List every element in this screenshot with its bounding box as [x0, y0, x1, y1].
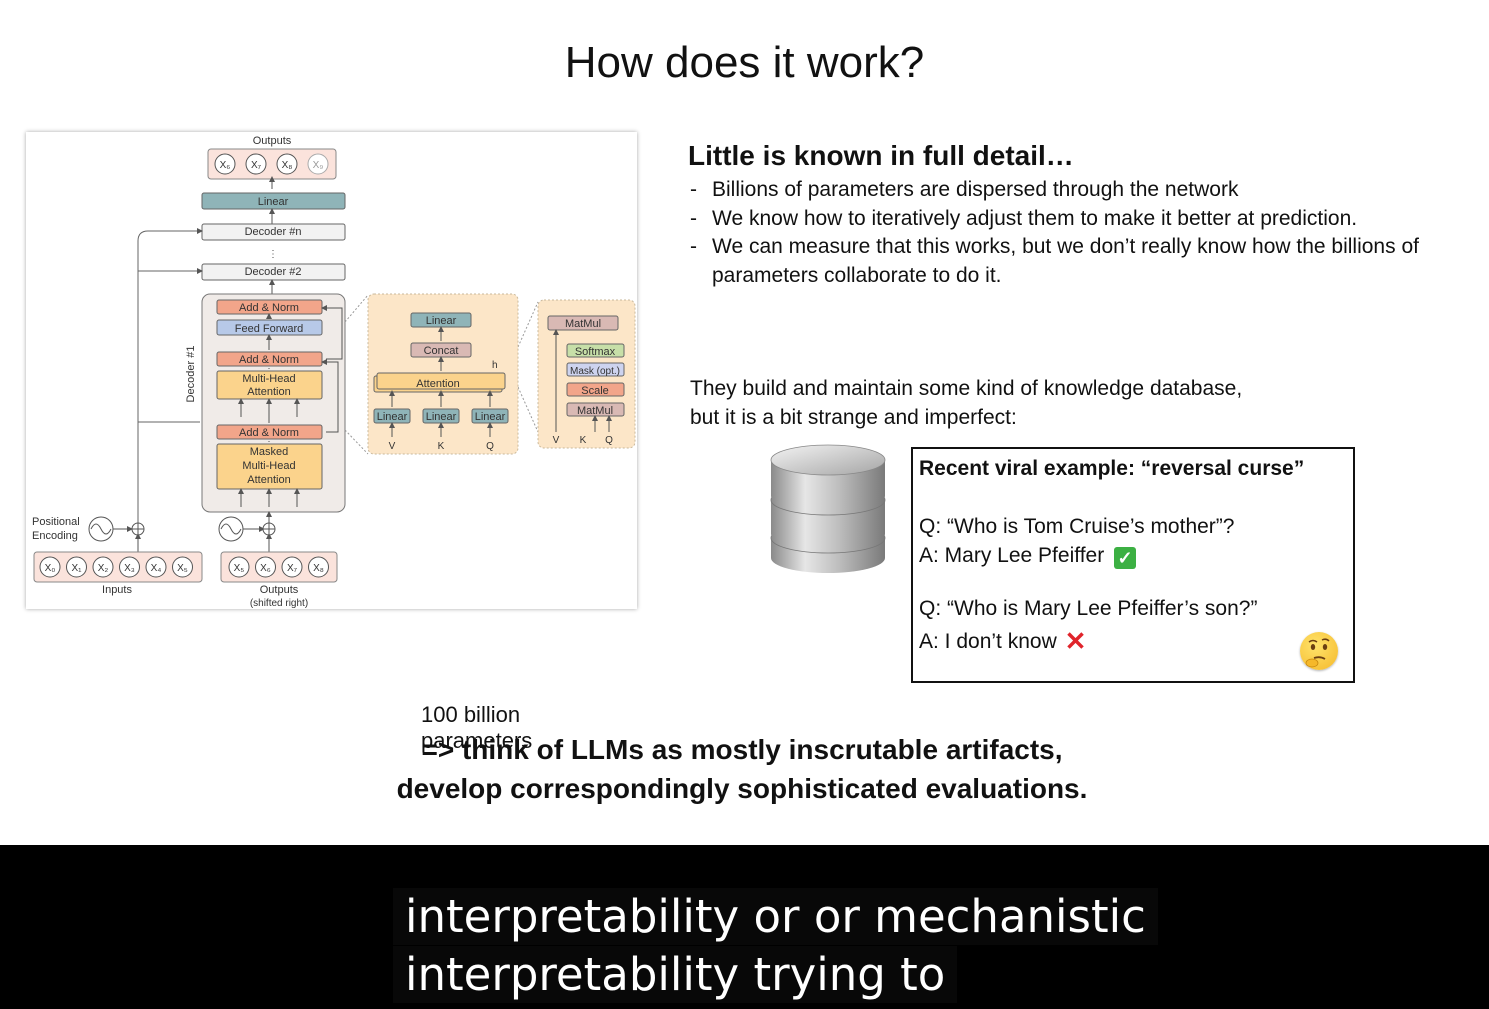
shifted-label: (shifted right)	[250, 598, 308, 609]
check-mark-icon: ✓	[1114, 547, 1137, 569]
token-label: X₂	[98, 563, 109, 574]
concat-label: Concat	[424, 345, 459, 357]
matmul-label: MatMul	[565, 318, 601, 330]
question-2: Q: “Who is Mary Lee Pfeiffer’s son?”	[919, 597, 1258, 620]
linear-label: Linear	[475, 411, 506, 423]
transformer-diagram-svg: Outputs X₆ X₇ X₈ X₉ Linear Decoder #n ⋮ Dec…	[32, 135, 636, 609]
outs2-label: Outputs	[260, 584, 299, 596]
add-norm-label: Add & Norm	[239, 354, 299, 366]
token-label: X₈	[313, 563, 324, 574]
caption-line-2: interpretability trying to	[393, 946, 958, 1003]
add-norm-label: Add & Norm	[239, 302, 299, 314]
answer-1: A: Mary Lee Pfeiffer ✓	[919, 544, 1137, 569]
token-label: X₇	[251, 160, 262, 171]
token-label: X₄	[151, 563, 162, 574]
input-letter-v: V	[553, 435, 560, 446]
token-label: X₆	[260, 563, 271, 574]
mask-label: Mask (opt.)	[570, 366, 620, 377]
bullet-item: We can measure that this works, but we d…	[688, 233, 1432, 290]
dec2-label: Decoder #2	[245, 266, 302, 278]
masked-label: Masked Multi-Head Attention	[242, 446, 295, 486]
token-label: X₆	[220, 160, 231, 171]
scale-label: Scale	[581, 385, 609, 397]
database-icon	[765, 440, 891, 585]
mlin-label: Linear	[426, 315, 457, 327]
pos-label: Positional Encoding	[32, 516, 80, 542]
input-letter-q: Q	[486, 441, 494, 452]
token-label: X₃	[124, 563, 135, 574]
answer-2-text: A: I don’t know	[919, 630, 1057, 653]
token-label: X₅	[177, 563, 188, 574]
linear-label: Linear	[377, 411, 408, 423]
ff-label: Feed Forward	[235, 323, 303, 335]
section-heading: Little is known in full detail…	[688, 140, 1074, 171]
transformer-diagram: Outputs X₆ X₇ X₈ X₉ Linear Decoder #n ⋮ Dec…	[26, 132, 637, 753]
conclusion-text: => think of LLMs as mostly inscrutable a…	[0, 730, 1484, 808]
example-title: Recent viral example: “reversal curse”	[919, 457, 1305, 480]
linear-label: Linear	[426, 411, 457, 423]
bullet-item: Billions of parameters are dispersed thr…	[688, 176, 1468, 205]
h-label: h	[492, 360, 498, 371]
add-norm-label: Add & Norm	[239, 427, 299, 439]
outputs-label: Outputs	[253, 135, 292, 147]
caption-bar: interpretability or or mechanistic inter…	[0, 845, 1489, 1009]
knowledge-text: They build and maintain some kind of kno…	[690, 377, 1243, 429]
conclusion-line-1: => think of LLMs as mostly inscrutable a…	[421, 734, 1063, 765]
token-label: X₁	[71, 563, 82, 574]
linear-label: Linear	[258, 196, 289, 208]
token-label: X₀	[45, 563, 56, 574]
input-letter-q: Q	[605, 435, 613, 446]
dec1-label: Decoder #1	[185, 346, 197, 403]
token-label: X₅	[234, 563, 245, 574]
cross-mark-icon: ✕	[1064, 626, 1087, 656]
input-letter-k: K	[580, 435, 587, 446]
token-label: X₉	[313, 160, 324, 171]
slide-title: How does it work?	[564, 38, 925, 87]
question-1: Q: “Who is Tom Cruise’s mother”?	[919, 515, 1235, 538]
answer-1-text: A: Mary Lee Pfeiffer	[919, 544, 1105, 567]
svg-text:⋮: ⋮	[268, 249, 278, 260]
att-label: Attention	[416, 378, 459, 390]
token-label: X₇	[287, 563, 298, 574]
decn-label: Decoder #n	[245, 226, 302, 238]
inputs-label: Inputs	[102, 584, 132, 596]
softmax-label: Softmax	[575, 346, 616, 358]
input-letter-k: K	[438, 441, 445, 452]
input-letter-v: V	[389, 441, 396, 452]
matmul-label: MatMul	[577, 405, 613, 417]
conclusion-line-2: develop correspondingly sophisticated ev…	[396, 773, 1088, 804]
thinking-face-icon	[1300, 632, 1338, 670]
answer-2: A: I don’t know ✕	[919, 626, 1086, 657]
caption-line-1: interpretability or or mechanistic	[393, 888, 1158, 945]
bullet-item: We know how to iteratively adjust them t…	[688, 205, 1468, 234]
reversal-curse-box: Recent viral example: “reversal curse” Q…	[911, 447, 1355, 683]
bullet-list: Billions of parameters are dispersed thr…	[688, 176, 1468, 290]
token-label: X₈	[282, 160, 293, 171]
mha-label: Multi-Head Attention	[242, 373, 295, 398]
slide: How does it work? Outputs X₆ X₇ X₈ X₉ Linea…	[0, 0, 1489, 845]
